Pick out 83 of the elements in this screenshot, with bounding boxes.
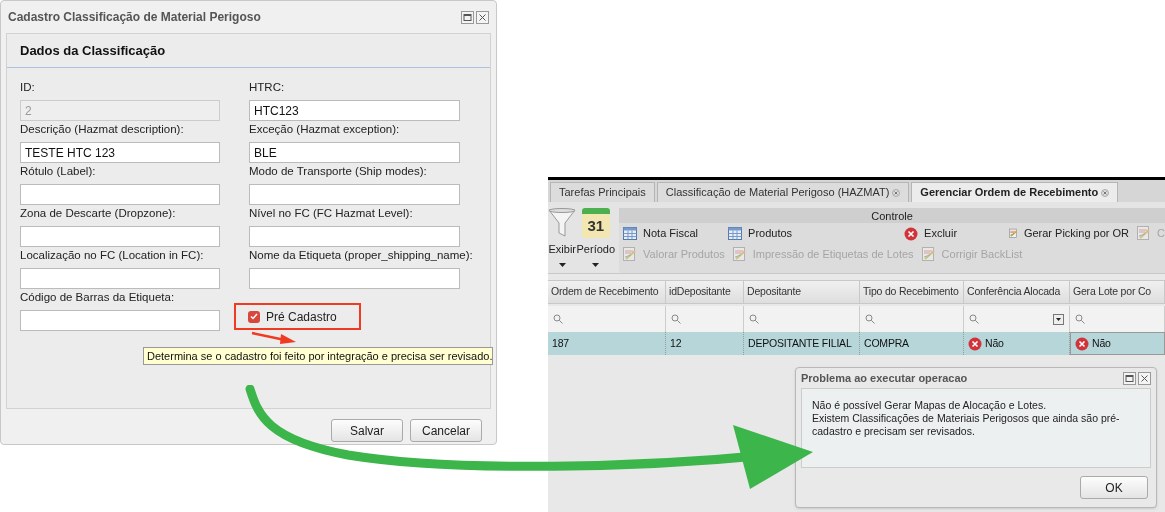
toolbar-button[interactable]: 31 Período <box>576 208 616 273</box>
tab[interactable]: Tarefas Principais <box>550 182 655 202</box>
text-field[interactable]: TESTE HTC 123 <box>20 142 220 163</box>
text-field[interactable] <box>249 226 460 247</box>
error-message: Existem Classificações de Materiais Perigosos que ainda são pré-cadastro e precisam ser revisados. <box>812 412 1121 438</box>
search-icon <box>1075 314 1085 324</box>
close-icon[interactable] <box>1138 371 1151 385</box>
caret-icon <box>558 262 566 267</box>
column-header[interactable]: Ordem de Recebimento <box>548 281 666 303</box>
section-title: Dados da Classificação <box>20 41 166 60</box>
dialog-button[interactable]: Salvar <box>331 419 403 442</box>
field-label: Nome da Etiqueta (proper_shipping_name): <box>249 248 473 263</box>
field-label: Descrição (Hazmat description): <box>20 122 184 137</box>
table-icon <box>728 227 743 240</box>
column-header[interactable]: Tipo do Recebimento <box>860 281 964 303</box>
checkbox-label: Pré Cadastro <box>266 308 337 326</box>
window-title: Cadastro Classificação de Material Perigoso <box>8 9 261 26</box>
maximize-icon[interactable] <box>461 10 474 24</box>
close-icon[interactable] <box>892 188 901 197</box>
group-title: Controle <box>619 208 1165 223</box>
dialog-button[interactable]: OK <box>1080 476 1148 499</box>
column-header[interactable]: idDepositante <box>666 281 744 303</box>
text-field[interactable] <box>20 184 220 205</box>
table-row[interactable]: 187 12 DEPOSITANTE FILIAL COMPRA Não Não <box>548 332 1165 355</box>
delete-icon <box>904 226 919 241</box>
search-icon <box>749 314 759 324</box>
field-label: HTRC: <box>249 80 285 95</box>
dialog-title: Problema ao executar operacao <box>801 370 968 386</box>
report-icon <box>732 247 747 262</box>
table-cell: Não <box>1070 332 1165 355</box>
text-field[interactable]: HTC123 <box>249 100 460 121</box>
text-field[interactable] <box>249 268 460 289</box>
toolbar-button[interactable]: Gerar Picking por OR <box>1009 225 1130 242</box>
column-header[interactable]: Conferência Alocada <box>964 281 1070 303</box>
close-icon[interactable] <box>476 10 489 24</box>
table-cell: 12 <box>666 332 744 355</box>
text-field[interactable]: BLE <box>249 142 460 163</box>
table-cell: DEPOSITANTE FILIAL <box>744 332 860 355</box>
field-label: Modo de Transporte (Ship modes): <box>249 164 427 179</box>
dialog-button[interactable]: Cancelar <box>410 419 482 442</box>
table-cell: 187 <box>548 332 666 355</box>
caret-icon <box>592 262 600 267</box>
report-icon <box>1137 226 1152 241</box>
error-message: Não é possível Gerar Mapas de Alocação e Lotes. <box>812 399 1048 412</box>
search-icon <box>969 314 979 324</box>
report-icon <box>1009 226 1018 241</box>
text-field[interactable] <box>20 268 220 289</box>
calendar-icon: 31 <box>581 208 610 238</box>
toolbar-button[interactable]: Exibir <box>548 208 577 273</box>
toolbar-button[interactable]: Excluir <box>904 225 1002 242</box>
checkbox[interactable] <box>248 310 260 323</box>
search-icon <box>553 314 563 324</box>
field-label: Código de Barras da Etiqueta: <box>20 290 175 305</box>
close-icon[interactable] <box>1101 188 1110 197</box>
search-icon <box>865 314 875 324</box>
table-icon <box>623 227 638 240</box>
table-cell: Não <box>964 332 1070 355</box>
maximize-icon[interactable] <box>1123 371 1136 385</box>
dropdown-icon[interactable] <box>1053 313 1064 325</box>
field-label: Exceção (Hazmat exception): <box>249 122 400 137</box>
column-header[interactable]: Depositante <box>744 281 860 303</box>
field-label: Nível no FC (FC Hazmat Level): <box>249 206 413 221</box>
pointer-arrow <box>251 331 297 345</box>
column-header[interactable]: Gera Lote por Co <box>1070 281 1165 303</box>
toolbar-button[interactable]: Nota Fiscal <box>623 225 721 242</box>
tooltip: Determina se o cadastro foi feito por integração e precisa ser revisado. <box>143 347 493 365</box>
check-icon <box>250 313 258 320</box>
text-field[interactable] <box>20 226 220 247</box>
text-field[interactable] <box>249 184 460 205</box>
search-icon <box>671 314 681 324</box>
field-label: Localização no FC (Location in FC): <box>20 248 204 263</box>
report-icon <box>921 247 936 262</box>
delete-icon <box>968 336 982 351</box>
field-label: ID: <box>20 80 35 95</box>
tab[interactable]: Gerenciar Ordem de Recebimento <box>911 182 1119 202</box>
report-icon <box>623 247 638 262</box>
delete-icon <box>1075 336 1089 351</box>
field-label: Rótulo (Label): <box>20 164 96 179</box>
tab[interactable]: Classificação de Material Perigoso (HAZMAT) <box>656 182 910 202</box>
table-cell: COMPRA <box>860 332 964 355</box>
toolbar-button[interactable]: Produtos <box>728 225 897 242</box>
field-label: Zona de Descarte (Dropzone): <box>20 206 176 221</box>
text-field[interactable] <box>20 310 220 331</box>
